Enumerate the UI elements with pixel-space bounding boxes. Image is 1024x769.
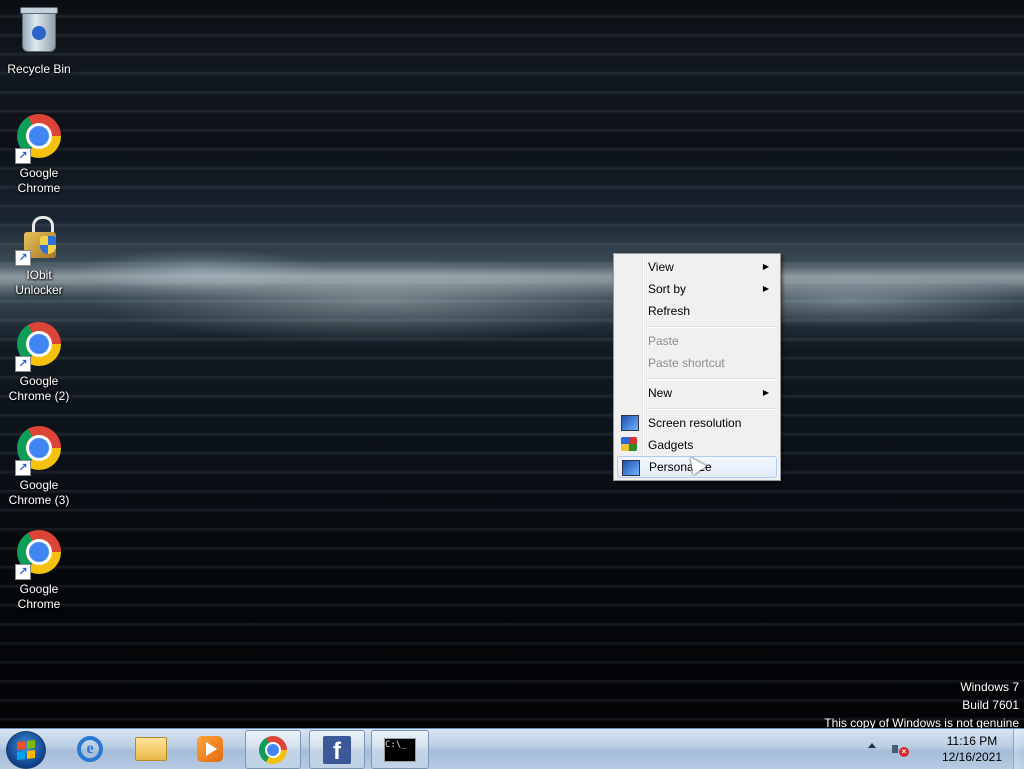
watermark-line-build: Build 7601 [962,698,1019,712]
menu-item-sort-by[interactable]: Sort by ▶ [617,278,777,300]
menu-item-paste[interactable]: Paste [617,330,777,352]
desktop-context-menu: View ▶ Sort by ▶ Refresh Paste Paste sho… [613,253,781,481]
menu-separator [646,378,776,380]
shortcut-arrow-icon: ↗ [15,148,31,164]
monitor-icon [621,415,639,431]
show-hidden-icons-button[interactable] [868,743,876,748]
watermark-line-os: Windows 7 [960,680,1019,694]
menu-item-label: View [648,260,674,274]
desktop-icon-label: Recycle Bin [7,62,71,76]
menu-item-label: Sort by [648,282,687,296]
menu-item-new[interactable]: New ▶ [617,382,777,404]
volume-muted-icon[interactable]: × [892,742,909,757]
taskbar-facebook[interactable]: f [309,730,365,769]
taskbar-command-prompt[interactable]: C:\_ [371,730,429,769]
submenu-arrow-icon: ▶ [762,262,769,271]
desktop[interactable]: Recycle Bin ↗ Google Chrome ↗ IObit Unlo… [0,0,1024,728]
shortcut-arrow-icon: ↗ [15,356,31,372]
start-button[interactable] [6,731,46,769]
media-player-icon [197,735,223,762]
taskbar-clock[interactable]: 11:16 PM 12/16/2021 [930,733,1014,765]
windows-logo-icon [17,740,35,760]
submenu-arrow-icon: ▶ [762,284,769,293]
taskbar: e f C:\_ × 11:16 PM 12/16/2021 [0,728,1024,769]
menu-item-label: New [648,386,673,400]
shortcut-arrow-icon: ↗ [15,564,31,580]
chrome-icon [259,735,287,764]
menu-item-view[interactable]: View ▶ [617,256,777,278]
clock-time: 11:16 PM [946,734,998,748]
facebook-icon: f [323,735,351,765]
taskbar-google-chrome[interactable] [245,730,301,769]
taskbar-media-player[interactable] [183,730,237,767]
cmd-icon: C:\_ [384,737,416,762]
shortcut-arrow-icon: ↗ [15,460,31,476]
taskbar-windows-explorer[interactable] [124,730,178,767]
menu-separator [646,326,776,328]
desktop-icon-label: Google Chrome (2) [8,374,70,403]
submenu-arrow-icon: ▶ [762,388,769,397]
menu-item-screen-resolution[interactable]: Screen resolution [617,412,777,434]
desktop-icon-label: Google Chrome (3) [8,478,70,507]
desktop-icon-google-chrome[interactable]: ↗ Google Chrome [1,112,77,196]
watermark-line-genuine: This copy of Windows is not genuine [824,716,1019,728]
recycle-bin-icon [20,7,58,52]
show-desktop-button[interactable] [1013,729,1024,769]
menu-item-label: Screen resolution [648,416,742,430]
ie-icon: e [77,735,103,762]
menu-item-label: Paste [648,334,679,348]
windows-watermark: Windows 7 Build 7601 This copy of Window… [824,678,1019,728]
personalize-icon [622,460,640,476]
desktop-icon-label: Google Chrome [17,166,61,195]
menu-item-label: Gadgets [648,438,694,452]
menu-item-label: Paste shortcut [648,356,725,370]
desktop-icon-label: Google Chrome [17,582,61,611]
folder-icon [135,736,167,761]
menu-item-paste-shortcut[interactable]: Paste shortcut [617,352,777,374]
desktop-icon-google-chrome-4[interactable]: ↗ Google Chrome [1,528,77,612]
gadgets-icon [621,437,637,451]
desktop-icon-label: IObit Unlocker [15,268,63,297]
wallpaper-streaks [0,0,1024,728]
shortcut-arrow-icon: ↗ [15,250,31,266]
menu-item-refresh[interactable]: Refresh [617,300,777,322]
desktop-icon-iobit-unlocker[interactable]: ↗ IObit Unlocker [1,216,77,298]
desktop-icon-recycle-bin[interactable]: Recycle Bin [1,7,77,77]
taskbar-internet-explorer[interactable]: e [63,730,117,767]
menu-item-label: Refresh [648,304,691,318]
desktop-icon-google-chrome-2[interactable]: ↗ Google Chrome (2) [1,320,77,404]
menu-separator [646,408,776,410]
clock-date: 12/16/2021 [941,750,1003,764]
desktop-icon-google-chrome-3[interactable]: ↗ Google Chrome (3) [1,424,77,508]
